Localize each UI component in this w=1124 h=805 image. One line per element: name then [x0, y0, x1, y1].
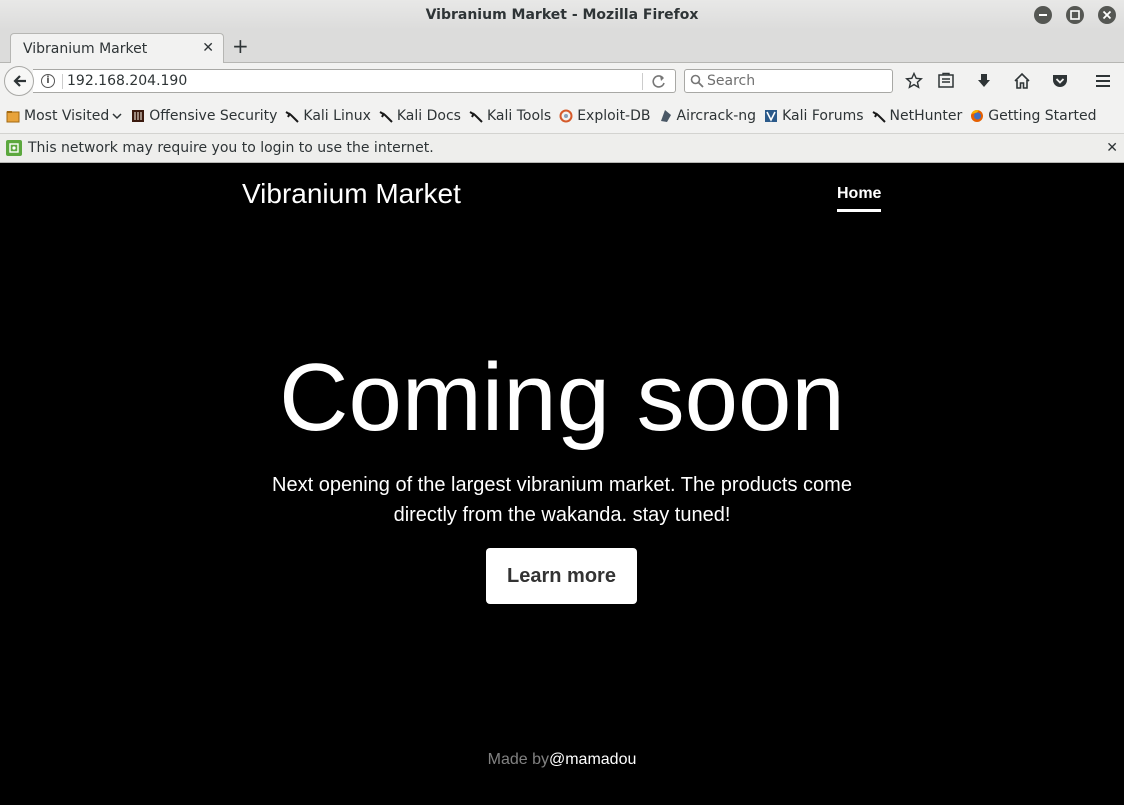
- network-login-icon: [6, 140, 22, 156]
- bookmark-label: Kali Tools: [486, 108, 552, 124]
- bookmark-label: Kali Linux: [303, 108, 371, 124]
- menu-hamburger-icon[interactable]: [1094, 72, 1112, 90]
- kali-dragon-icon: [469, 109, 483, 123]
- bookmark-label: Aircrack-ng: [676, 108, 757, 124]
- tab-strip: Vibranium Market ✕ +: [0, 30, 1124, 64]
- bookmark-nethunter[interactable]: NetHunter: [872, 106, 963, 126]
- tab-vibranium-market[interactable]: Vibranium Market ✕: [10, 33, 224, 64]
- notification-text: This network may require you to login to…: [28, 140, 434, 156]
- kali-dragon-icon: [379, 109, 393, 123]
- search-input[interactable]: [707, 72, 887, 90]
- search-bar[interactable]: [684, 69, 893, 93]
- bookmark-label: Kali Forums: [782, 108, 864, 124]
- captive-portal-notification: This network may require you to login to…: [0, 133, 1124, 163]
- close-icon: [1102, 10, 1112, 20]
- nav-link-home[interactable]: Home: [837, 185, 882, 212]
- url-separator-right: [642, 73, 643, 90]
- hero-title: Coming soon: [279, 344, 845, 451]
- minimize-icon: [1039, 14, 1047, 16]
- url-separator: [62, 74, 63, 89]
- back-button[interactable]: [4, 66, 34, 96]
- minimize-button[interactable]: [1034, 6, 1052, 24]
- page-content: Vibranium Market Home Coming soon Next o…: [0, 163, 1124, 805]
- bookmark-label: Most Visited: [24, 108, 110, 124]
- offsec-icon: [131, 109, 145, 123]
- tab-close-icon[interactable]: ✕: [202, 40, 214, 56]
- bookmark-label: Kali Docs: [396, 108, 461, 124]
- bookmark-label: NetHunter: [889, 108, 963, 124]
- exploitdb-icon: [559, 109, 573, 123]
- bookmark-exploit-db[interactable]: Exploit-DB: [559, 106, 651, 126]
- pocket-icon[interactable]: [1051, 72, 1069, 90]
- maximize-icon: [1070, 10, 1080, 20]
- chevron-down-icon: [112, 113, 122, 120]
- bookmark-star-icon[interactable]: [905, 72, 923, 90]
- back-arrow-icon: [13, 75, 26, 87]
- home-icon[interactable]: [1013, 72, 1031, 90]
- kali-dragon-icon: [285, 109, 300, 123]
- footer-prefix: Made by: [487, 751, 549, 768]
- hero-lead-text: Next opening of the largest vibranium ma…: [272, 474, 852, 526]
- footer: Made by@mamadou: [0, 751, 1124, 769]
- navigation-toolbar: i 192.168.204.190: [0, 63, 1124, 99]
- learn-more-button[interactable]: Learn more: [486, 548, 637, 604]
- folder-icon: [6, 109, 20, 123]
- site-info-icon[interactable]: i: [41, 74, 55, 88]
- url-text[interactable]: 192.168.204.190: [67, 73, 187, 89]
- download-icon[interactable]: [975, 72, 993, 90]
- aircrack-icon: [659, 109, 673, 123]
- kali-dragon-icon: [872, 109, 886, 123]
- tab-label: Vibranium Market: [23, 41, 148, 57]
- maximize-button[interactable]: [1066, 6, 1084, 24]
- notification-close-icon[interactable]: ✕: [1106, 140, 1118, 156]
- bookmark-kali-forums[interactable]: Kali Forums: [764, 106, 864, 126]
- firefox-icon: [970, 109, 984, 123]
- bookmark-label: Exploit-DB: [577, 108, 651, 124]
- bookmark-offensive-security[interactable]: Offensive Security: [131, 106, 277, 126]
- kali-forums-icon: [764, 109, 778, 123]
- close-window-button[interactable]: [1098, 6, 1116, 24]
- bookmark-kali-linux[interactable]: Kali Linux: [285, 106, 371, 126]
- window-controls: [1034, 6, 1116, 24]
- site-brand[interactable]: Vibranium Market: [242, 178, 461, 210]
- bookmark-kali-tools[interactable]: Kali Tools: [469, 106, 551, 126]
- bookmark-aircrack-ng[interactable]: Aircrack-ng: [659, 106, 757, 126]
- reload-icon[interactable]: [651, 74, 667, 90]
- bookmark-kali-docs[interactable]: Kali Docs: [379, 106, 461, 126]
- bookmarks-toolbar: Most Visited Offensive Security Kali Lin…: [0, 99, 1124, 133]
- search-icon: [690, 74, 704, 88]
- bookmark-getting-started[interactable]: Getting Started: [970, 106, 1096, 126]
- reading-list-icon[interactable]: [937, 72, 955, 90]
- bookmark-label: Getting Started: [988, 108, 1097, 124]
- footer-author-link[interactable]: @mamadou: [549, 751, 636, 768]
- bookmark-most-visited[interactable]: Most Visited: [6, 106, 123, 126]
- new-tab-button[interactable]: +: [232, 36, 249, 56]
- url-bar[interactable]: i 192.168.204.190: [33, 69, 676, 93]
- window-titlebar: Vibranium Market - Mozilla Firefox: [0, 0, 1124, 30]
- window-title: Vibranium Market - Mozilla Firefox: [425, 7, 699, 23]
- bookmark-label: Offensive Security: [149, 108, 278, 124]
